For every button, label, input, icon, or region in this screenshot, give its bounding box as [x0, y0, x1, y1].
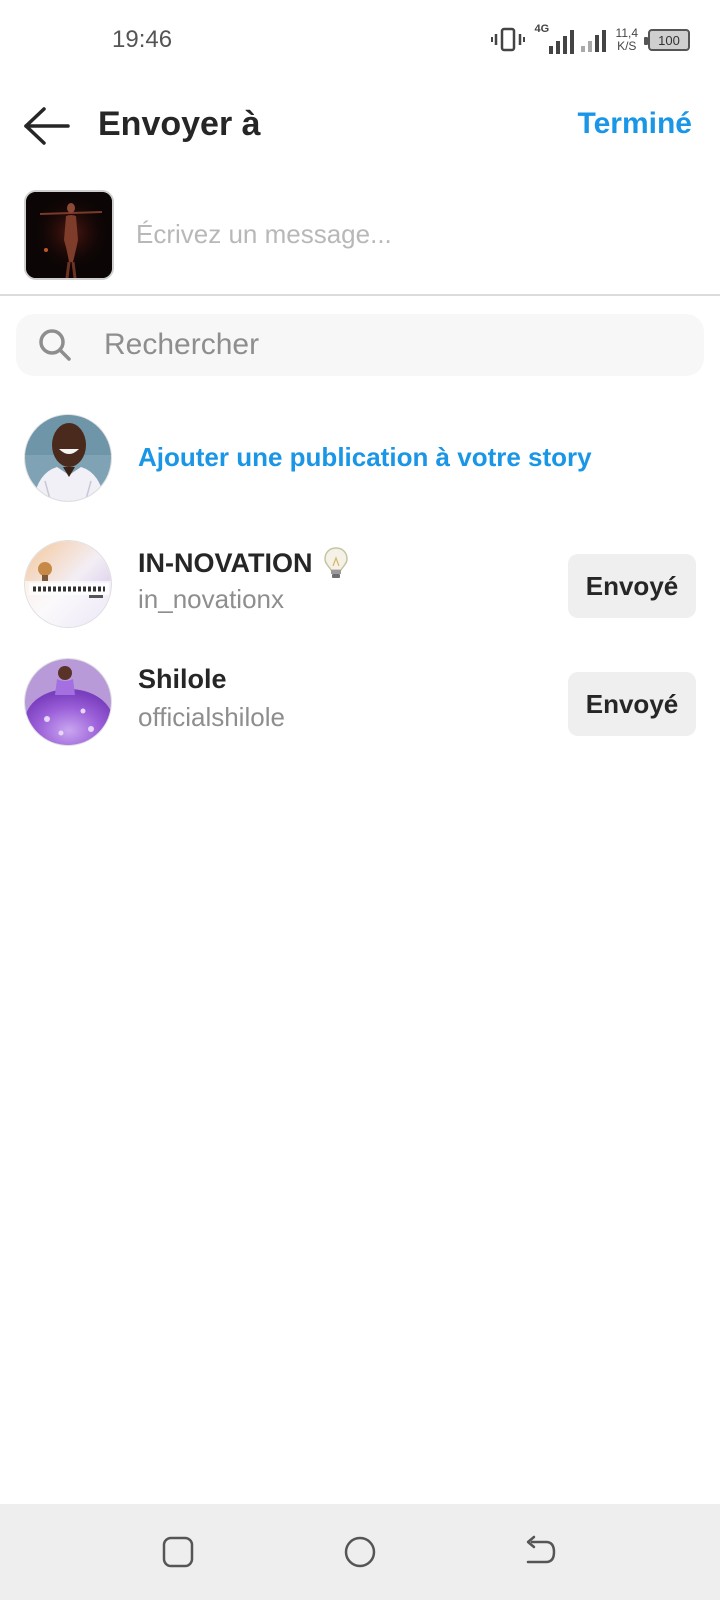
square-icon[interactable] — [160, 1534, 196, 1570]
recipient-row[interactable]: Shilole officialshilole Envoyé — [0, 654, 720, 750]
status-bar: 19:46 4G 11,4 K/S 100 — [0, 0, 720, 80]
own-avatar-image — [25, 415, 111, 501]
system-navigation-bar — [0, 1504, 720, 1600]
header: Envoyer à Terminé — [0, 95, 720, 157]
send-to-screen: 19:46 4G 11,4 K/S 100 Envoyer à Terminé … — [0, 0, 720, 1600]
shilole-avatar-image — [25, 659, 111, 745]
done-button[interactable]: Terminé — [578, 107, 692, 141]
message-composer — [0, 188, 720, 296]
post-thumbnail-image — [26, 192, 112, 278]
arrow-left-icon[interactable] — [22, 105, 72, 147]
sent-button[interactable]: Envoyé — [568, 554, 696, 618]
vibrate-icon — [490, 27, 525, 52]
recipient-name-text: IN-NOVATION — [138, 547, 313, 578]
add-to-story-row[interactable]: Ajouter une publication à votre story — [0, 414, 720, 504]
message-input[interactable] — [136, 212, 696, 256]
search-bar[interactable] — [16, 314, 704, 376]
return-arrow-icon[interactable] — [522, 1534, 558, 1570]
network-speed: 11,4 K/S — [616, 27, 638, 53]
status-time: 19:46 — [112, 26, 173, 53]
innovation-logo-avatar — [25, 541, 111, 627]
recipient-username: officialshilole — [138, 702, 285, 732]
signal-bars-icon — [548, 30, 574, 54]
post-thumbnail — [24, 190, 114, 280]
recipient-name: Shilole — [138, 664, 227, 695]
speed-unit: K/S — [617, 39, 637, 53]
recipient-username: in_novationx — [138, 584, 284, 614]
signal-bars-secondary-icon — [580, 28, 606, 52]
network-label: 4G — [534, 23, 550, 35]
battery-icon: 100 — [644, 29, 690, 51]
recipient-avatar — [24, 540, 112, 628]
lightbulb-icon — [323, 547, 348, 578]
search-input[interactable] — [104, 322, 664, 368]
recipient-name: IN-NOVATION — [138, 546, 349, 580]
page-title: Envoyer à — [98, 105, 261, 143]
recipient-name-text: Shilole — [138, 664, 227, 694]
recipient-row[interactable]: IN-NOVATION in_novationx Envoyé — [0, 536, 720, 632]
status-icons: 4G 11,4 K/S 100 — [490, 22, 690, 58]
recipient-avatar — [24, 658, 112, 746]
add-to-story-label: Ajouter une publication à votre story — [138, 442, 592, 472]
sent-button[interactable]: Envoyé — [568, 672, 696, 736]
search-icon — [39, 329, 71, 361]
signal-4g-icon: 4G — [534, 23, 574, 54]
battery-level: 100 — [658, 32, 680, 48]
circle-icon[interactable] — [342, 1534, 378, 1570]
own-avatar — [24, 414, 112, 502]
